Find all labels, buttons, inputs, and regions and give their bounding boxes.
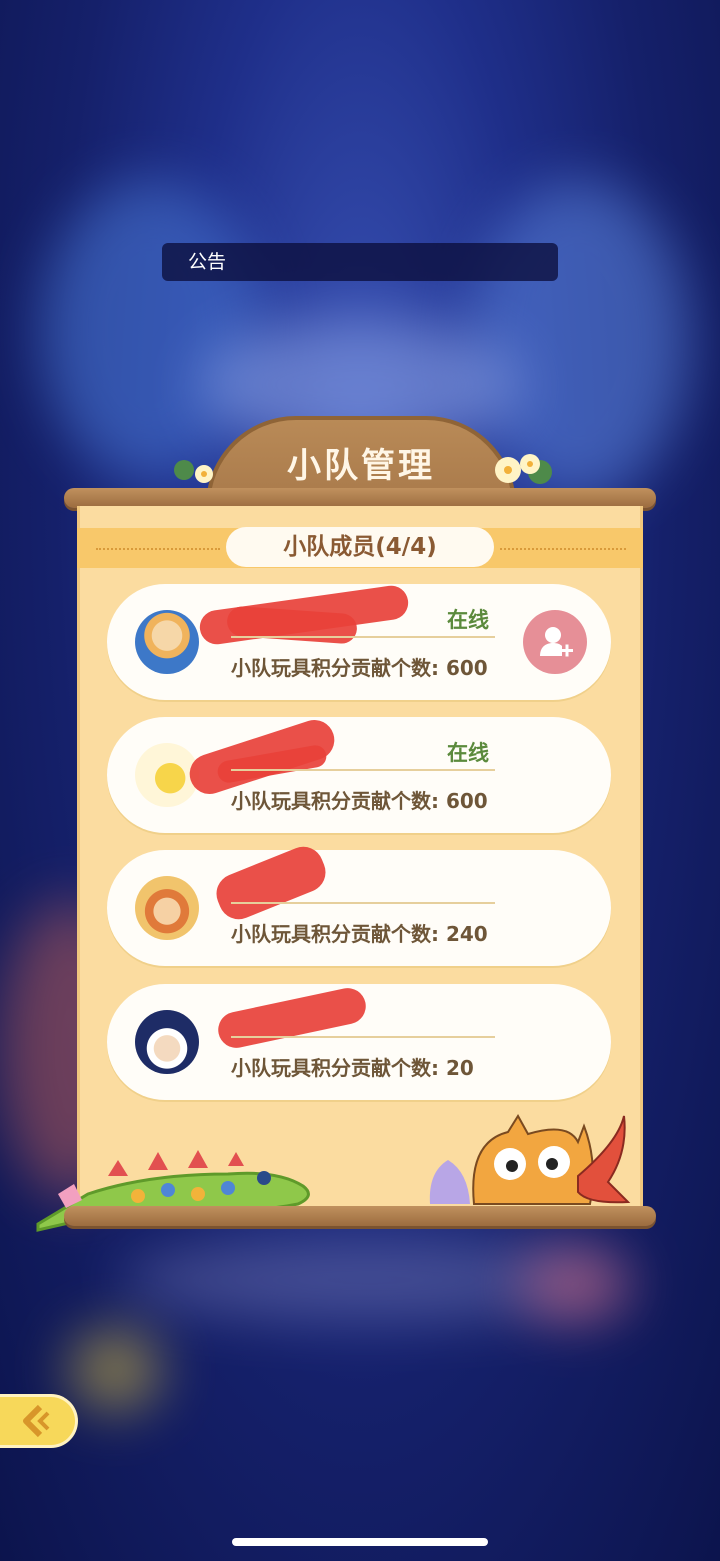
board-top-rod [64,488,656,508]
name-underline [231,1036,495,1038]
name-underline [231,636,495,638]
background-glow [520,1250,630,1320]
add-friend-button[interactable] [523,610,587,674]
redacted-name [214,984,370,1052]
back-arrow-icon [22,1404,49,1438]
background-glow [40,180,260,480]
background-glow [70,1330,160,1410]
member-avatar[interactable] [135,610,199,674]
member-avatar[interactable] [135,1010,199,1074]
contribution-count: 小队玩具积分贡献个数: 20 [231,1056,474,1080]
dotted-divider-left [96,548,220,550]
home-indicator[interactable] [232,1538,488,1546]
back-button[interactable] [0,1394,78,1448]
members-subtitle: 小队成员(4/4) [226,527,494,567]
member-card[interactable]: 小队玩具积分贡献个数: 20 [107,984,611,1100]
contribution-count: 小队玩具积分贡献个数: 600 [231,789,488,813]
board-bottom-rod [64,1206,656,1226]
name-underline [231,769,495,771]
announcement-label: 公告 [188,251,227,273]
contribution-count: 小队玩具积分贡献个数: 600 [231,656,488,680]
member-card[interactable]: 在线 小队玩具积分贡献个数: 600 [107,583,611,700]
online-status: 在线 [447,741,489,765]
announcement-bar[interactable]: 公告 [162,243,558,281]
dotted-divider-right [500,548,626,550]
cat-toy-decoration [418,1112,643,1216]
member-card[interactable]: 在线 小队玩具积分贡献个数: 600 [107,714,611,833]
contribution-count: 小队玩具积分贡献个数: 240 [231,922,488,946]
add-user-icon [540,627,573,657]
redacted-name [210,840,332,926]
online-status: 在线 [447,608,489,632]
name-underline [231,902,495,904]
member-avatar[interactable] [135,876,199,940]
member-card[interactable]: 小队玩具积分贡献个数: 240 [107,840,611,966]
board-title: 小队管理 [287,446,435,486]
